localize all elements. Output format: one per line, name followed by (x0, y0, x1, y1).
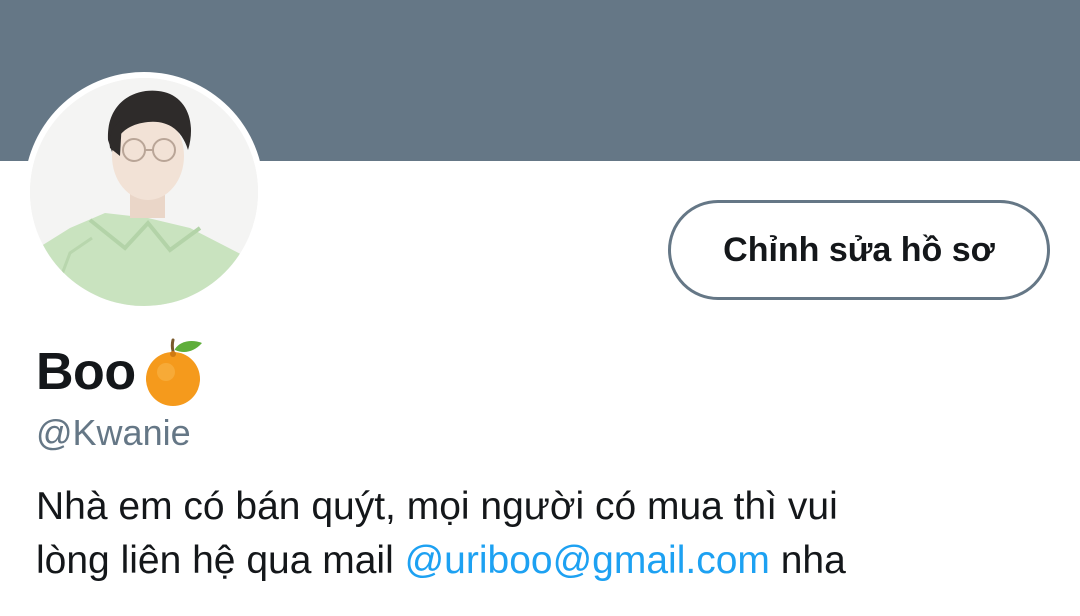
display-name: Boo (36, 343, 136, 401)
bio-line-2-suffix: nha (769, 539, 846, 582)
bio-line-2: lòng liên hệ qua mail @uriboo@gmail.com … (36, 534, 1046, 588)
bio-line-2-prefix: lòng liên hệ qua mail (36, 539, 405, 582)
tangerine-icon (145, 338, 202, 406)
profile-name-row: Boo (36, 336, 208, 408)
email-mention-link[interactable]: @uriboo@gmail.com (405, 539, 770, 582)
profile-handle: @Kwanie (36, 412, 191, 453)
bio-line-1: Nhà em có bán quýt, mọi người có mua thì… (36, 485, 838, 528)
avatar[interactable] (30, 78, 258, 306)
edit-profile-button[interactable]: Chỉnh sửa hồ sơ (668, 200, 1050, 300)
profile-bio: Nhà em có bán quýt, mọi người có mua thì… (36, 480, 1046, 588)
